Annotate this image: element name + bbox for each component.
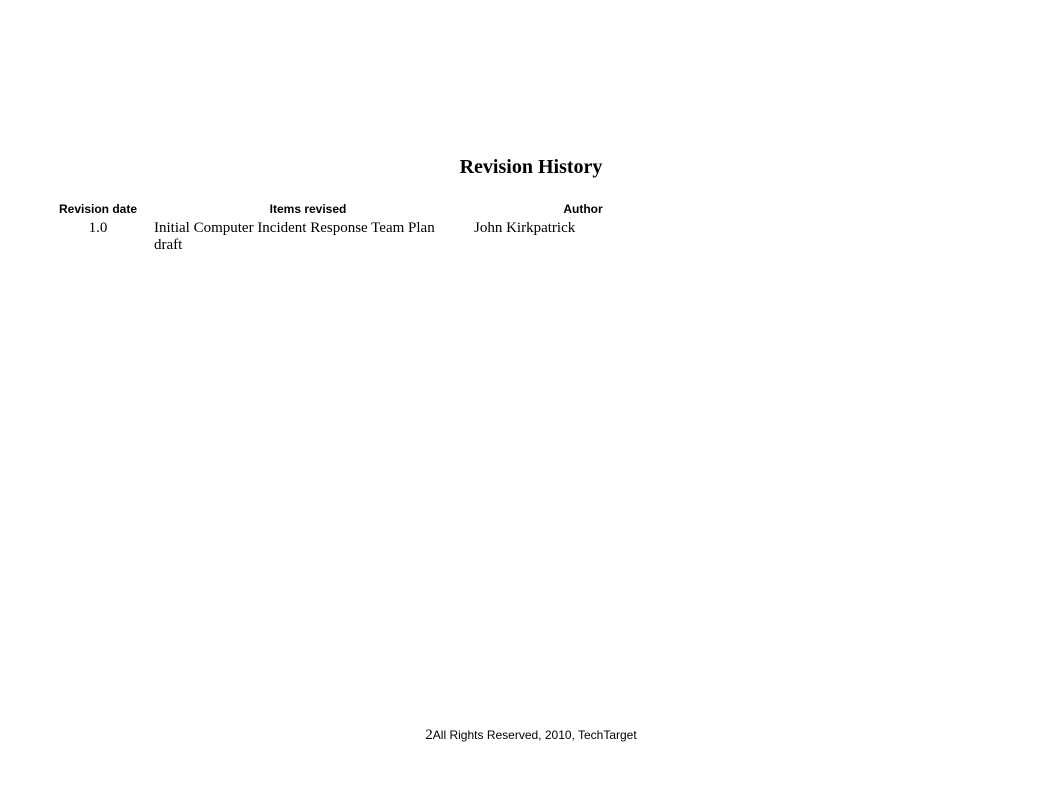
copyright-text: All Rights Reserved, 2010, TechTarget bbox=[433, 728, 637, 742]
header-revision-date: Revision date bbox=[48, 200, 148, 218]
table-row: 1.0 Initial Computer Incident Response T… bbox=[48, 218, 698, 256]
page-footer: 2All Rights Reserved, 2010, TechTarget bbox=[0, 726, 1062, 744]
header-author: Author bbox=[468, 200, 698, 218]
cell-revision-date: 1.0 bbox=[48, 218, 148, 256]
revision-history-table: Revision date Items revised Author 1.0 I… bbox=[48, 200, 698, 256]
page-title: Revision History bbox=[0, 156, 1062, 179]
page-number: 2 bbox=[425, 727, 433, 743]
cell-author: John Kirkpatrick bbox=[468, 218, 698, 256]
cell-items-revised: Initial Computer Incident Response Team … bbox=[148, 218, 468, 256]
header-items-revised: Items revised bbox=[148, 200, 468, 218]
table-header-row: Revision date Items revised Author bbox=[48, 200, 698, 218]
